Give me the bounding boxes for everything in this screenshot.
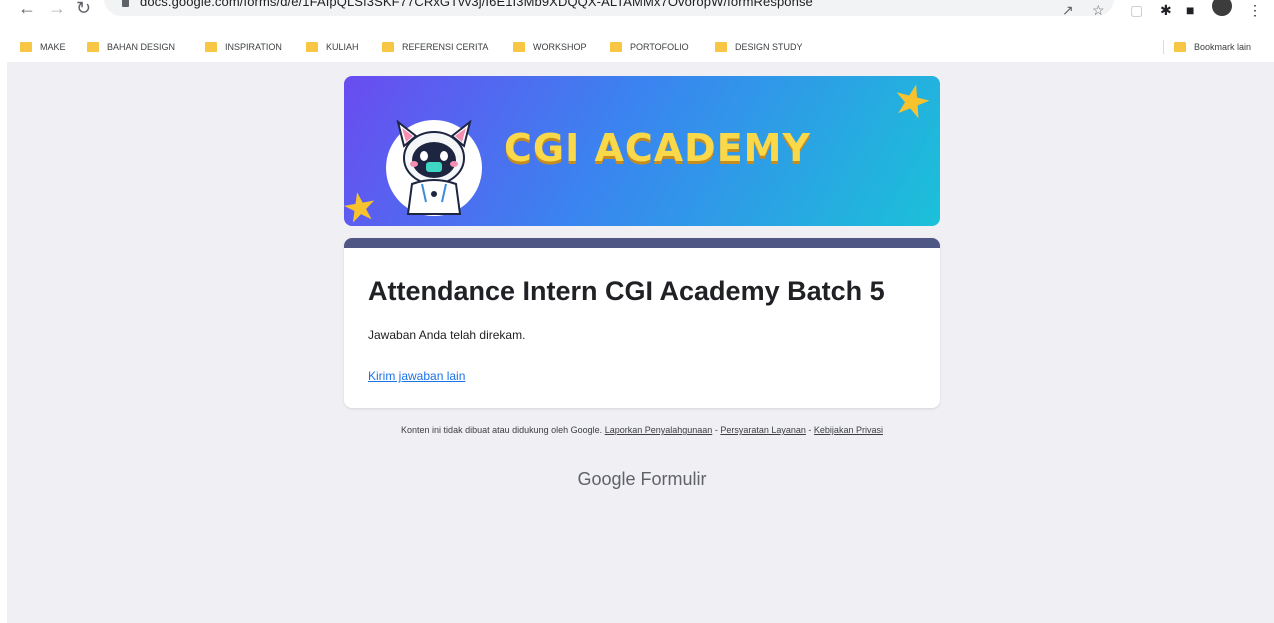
bookmark-folder-portofolio[interactable]: PORTOFOLIO [610, 40, 689, 54]
privacy-policy-link[interactable]: Kebijakan Privasi [814, 425, 883, 435]
bookmarks-bar: MAKE BAHAN DESIGN INSPIRATION KULIAH REF… [0, 36, 1274, 58]
bookmark-label: REFERENSI CERITA [402, 42, 489, 52]
other-bookmarks-folder[interactable]: Bookmark lain [1174, 40, 1251, 54]
disclaimer-text: Konten ini tidak dibuat atau didukung ol… [401, 425, 603, 435]
forms-wordmark: Formulir [640, 469, 707, 489]
bookmark-star-icon[interactable]: ☆ [1092, 2, 1105, 19]
browser-toolbar: ← → ↻ docs.google.com/forms/d/e/1FAIpQLS… [0, 0, 1274, 36]
report-abuse-link[interactable]: Laporkan Penyalahgunaan [605, 425, 713, 435]
bookmark-folder-inspiration[interactable]: INSPIRATION [205, 40, 282, 54]
bookmark-folder-bahan-design[interactable]: BAHAN DESIGN [87, 40, 175, 54]
star-icon: ★ [886, 76, 937, 131]
mascot-logo [386, 119, 482, 216]
folder-icon [1174, 42, 1186, 52]
folder-icon [382, 42, 394, 52]
banner-title: CGI ACADEMY [504, 126, 811, 170]
side-panel-icon[interactable]: ■ [1186, 2, 1194, 18]
folder-icon [20, 42, 32, 52]
bookmark-folder-kuliah[interactable]: KULIAH [306, 40, 359, 54]
footer-separator: - [714, 425, 718, 435]
folder-icon [87, 42, 99, 52]
folder-icon [306, 42, 318, 52]
menu-kebab-icon[interactable]: ⋮ [1248, 2, 1262, 19]
folder-icon [715, 42, 727, 52]
footer-disclaimer: Konten ini tidak dibuat atau didukung ol… [344, 425, 940, 436]
other-bookmarks-label: Bookmark lain [1194, 42, 1252, 52]
bookmark-label: WORKSHOP [533, 42, 587, 52]
bookmark-folder-workshop[interactable]: WORKSHOP [513, 40, 587, 54]
bookmark-label: BAHAN DESIGN [107, 42, 176, 52]
form-response-card: Attendance Intern CGI Academy Batch 5 Ja… [344, 238, 940, 408]
profile-avatar[interactable] [1212, 0, 1232, 16]
bookmark-folder-design-study[interactable]: DESIGN STUDY [715, 40, 803, 54]
bookmark-label: PORTOFOLIO [630, 42, 689, 52]
address-bar-url: docs.google.com/forms/d/e/1FAIpQLSf3SKF7… [140, 0, 813, 9]
google-forms-logo[interactable]: Google Formulir [344, 469, 940, 490]
reload-icon[interactable]: ↻ [76, 0, 91, 19]
address-bar[interactable]: docs.google.com/forms/d/e/1FAIpQLSf3SKF7… [104, 0, 1114, 16]
footer-separator: - [808, 425, 812, 435]
bookmark-folder-make[interactable]: MAKE [20, 40, 66, 54]
bookmark-label: KULIAH [326, 42, 359, 52]
star-icon: ★ [344, 183, 382, 226]
bookmarks-divider [1163, 40, 1164, 54]
back-arrow-icon[interactable]: ← [18, 0, 36, 19]
response-recorded-message: Jawaban Anda telah direkam. [368, 328, 526, 342]
folder-icon [610, 42, 622, 52]
puzzle-icon[interactable]: ✱ [1160, 2, 1172, 19]
terms-of-service-link[interactable]: Persyaratan Layanan [720, 425, 806, 435]
submit-another-response-link[interactable]: Kirim jawaban lain [368, 369, 465, 383]
form-header-banner: ★ ★ CGI ACADEMY [344, 76, 940, 226]
bookmark-label: INSPIRATION [225, 42, 282, 52]
folder-icon [205, 42, 217, 52]
lock-icon [122, 0, 129, 7]
bookmark-label: DESIGN STUDY [735, 42, 803, 52]
share-icon[interactable]: ↗ [1062, 2, 1074, 19]
bookmark-label: MAKE [40, 42, 66, 52]
form-page: ★ ★ CGI ACADEMY Attendance Intern CGI Ac… [7, 62, 1274, 623]
forward-arrow-icon[interactable]: → [48, 0, 66, 19]
bookmark-folder-referensi-cerita[interactable]: REFERENSI CERITA [382, 40, 488, 54]
folder-icon [513, 42, 525, 52]
extension-icon[interactable]: ▢ [1130, 2, 1143, 19]
form-title: Attendance Intern CGI Academy Batch 5 [368, 276, 885, 306]
card-accent-bar [344, 238, 940, 248]
google-wordmark: Google [577, 469, 636, 489]
